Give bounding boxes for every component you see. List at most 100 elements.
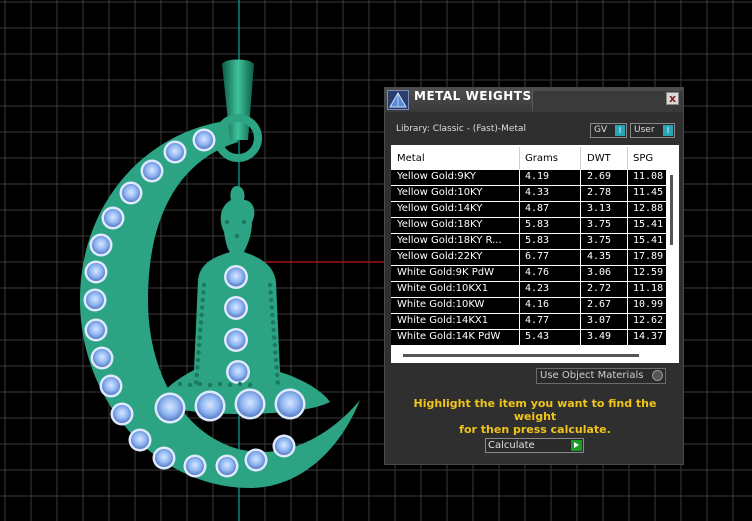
pyramid-icon	[387, 90, 409, 110]
gemstone	[197, 393, 223, 419]
cell-divider	[580, 282, 581, 298]
cell-grams: 4.76	[525, 267, 550, 278]
gemstone	[104, 209, 122, 227]
bead	[198, 320, 204, 325]
bead	[201, 282, 207, 288]
bead	[227, 382, 233, 388]
cell-spg: 11.08	[633, 171, 664, 182]
table-row[interactable]: White Gold:10KX1 4.23 2.72 11.18	[391, 282, 666, 298]
table-row[interactable]: Yellow Gold:14KY 4.87 3.13 12.88	[391, 202, 666, 218]
bead	[197, 381, 203, 387]
cell-dwt: 4.35	[587, 251, 612, 262]
table-header: Metal Grams DWT SPG	[391, 145, 679, 169]
bead	[234, 233, 240, 239]
table-row[interactable]: Yellow Gold:10KY 4.33 2.78 11.45	[391, 186, 666, 202]
gemstone	[226, 330, 246, 350]
column-header-dwt[interactable]: DWT	[587, 153, 611, 164]
materials-select-label: Use Object Materials	[540, 370, 644, 381]
cell-grams: 6.77	[525, 251, 550, 262]
play-icon[interactable]	[571, 440, 582, 451]
vertical-scroll-thumb[interactable]	[670, 175, 673, 245]
table-row[interactable]: Yellow Gold:18KY 5.83 3.75 15.41	[391, 218, 666, 234]
horizontal-scroll-thumb[interactable]	[403, 354, 639, 357]
bead	[194, 380, 199, 385]
gemstone	[86, 291, 104, 309]
cell-grams: 5.43	[525, 331, 550, 342]
cell-divider	[519, 202, 520, 218]
table-row[interactable]: Yellow Gold:22KY 6.77 4.35 17.89	[391, 250, 666, 266]
gemstone	[247, 451, 265, 469]
table-row[interactable]: White Gold:14K PdW 5.43 3.49 14.37	[391, 330, 666, 346]
bead	[275, 372, 280, 378]
cell-metal: White Gold:10KX1	[397, 283, 489, 294]
cell-dwt: 2.69	[587, 171, 612, 182]
column-header-spg[interactable]: SPG	[633, 153, 653, 164]
user-toggle[interactable]: User I	[630, 123, 675, 138]
bead	[247, 382, 253, 388]
use-object-materials-dropdown[interactable]: Use Object Materials	[536, 368, 666, 384]
cell-spg: 14.37	[633, 331, 664, 342]
user-toggle-switch[interactable]: I	[663, 125, 673, 136]
bead	[199, 312, 204, 318]
bead	[273, 357, 279, 363]
cell-dwt: 3.06	[587, 267, 612, 278]
table-row[interactable]: White Gold:9K PdW 4.76 3.06 12.59	[391, 266, 666, 282]
cell-divider	[627, 266, 628, 282]
cell-metal: Yellow Gold:14KY	[397, 203, 483, 214]
cell-divider	[627, 218, 628, 234]
gemstone	[93, 349, 111, 367]
gemstone	[157, 395, 183, 421]
table-row[interactable]: White Gold:14KX1 4.77 3.07 12.62	[391, 314, 666, 330]
bead	[270, 320, 276, 325]
bead	[269, 297, 274, 303]
metal-weights-panel[interactable]: METAL WEIGHTS x Library: Classic - (Fast…	[384, 87, 684, 465]
column-divider	[627, 147, 628, 169]
cell-divider	[627, 298, 628, 314]
cell-divider	[580, 218, 581, 234]
cell-metal: Yellow Gold:10KY	[397, 187, 483, 198]
calculate-button-label: Calculate	[488, 440, 535, 451]
cell-divider	[627, 234, 628, 250]
bead	[217, 381, 223, 387]
gemstone	[102, 377, 120, 395]
cell-divider	[580, 330, 581, 346]
cell-metal: Yellow Gold:18KY R...	[397, 235, 502, 246]
cell-grams: 4.77	[525, 315, 550, 326]
bead	[194, 372, 199, 378]
gemstone	[166, 143, 184, 161]
bead	[195, 357, 201, 363]
cell-spg: 12.62	[633, 315, 664, 326]
cell-divider	[519, 170, 520, 186]
cell-metal: White Gold:14K PdW	[397, 331, 501, 342]
calculate-button[interactable]: Calculate	[485, 438, 584, 453]
cell-grams: 5.83	[525, 235, 550, 246]
cell-grams: 4.16	[525, 299, 550, 310]
close-icon[interactable]: x	[666, 92, 679, 105]
metal-table[interactable]: Metal Grams DWT SPG Yellow Gold:9KY 4.19 2…	[391, 145, 679, 363]
bead	[272, 342, 277, 348]
cell-metal: Yellow Gold:9KY	[397, 171, 476, 182]
bead	[187, 382, 193, 388]
cell-spg: 15.41	[633, 219, 664, 230]
panel-titlebar[interactable]: METAL WEIGHTS x	[385, 88, 683, 112]
bead	[268, 290, 273, 295]
gemstone	[226, 298, 246, 318]
bead	[198, 327, 203, 333]
gv-toggle-label: GV	[594, 125, 608, 135]
gv-toggle-switch[interactable]: I	[615, 125, 625, 136]
table-row[interactable]: White Gold:10KW 4.16 2.67 10.99	[391, 298, 666, 314]
dropdown-icon[interactable]	[652, 370, 663, 381]
gv-toggle[interactable]: GV I	[590, 123, 627, 138]
cell-dwt: 3.75	[587, 235, 612, 246]
gemstone	[228, 362, 248, 382]
cell-divider	[580, 170, 581, 186]
cell-grams: 4.23	[525, 283, 550, 294]
table-row[interactable]: Yellow Gold:18KY R... 5.83 3.75 15.41	[391, 234, 666, 250]
table-row[interactable]: Yellow Gold:9KY 4.19 2.69 11.08	[391, 170, 666, 186]
horizontal-scrollbar[interactable]	[391, 350, 667, 363]
column-header-grams[interactable]: Grams	[525, 153, 558, 164]
cell-divider	[519, 186, 520, 202]
column-header-metal[interactable]: Metal	[397, 153, 425, 164]
vertical-scrollbar[interactable]	[667, 169, 679, 345]
gemstone	[143, 162, 161, 180]
